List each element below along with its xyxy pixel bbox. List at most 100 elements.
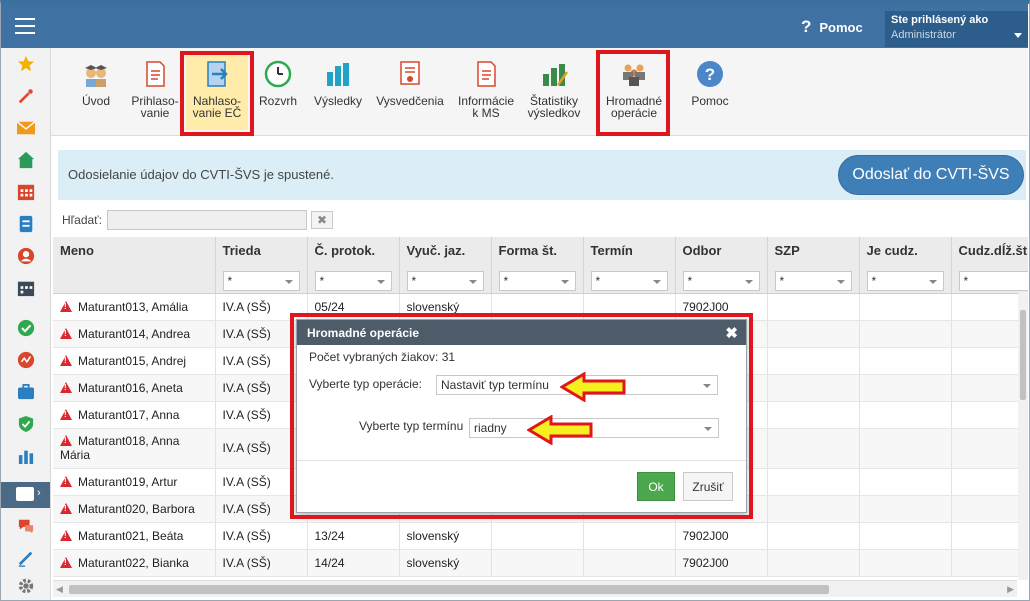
toolbar-pomoc[interactable]: ? Pomoc	[682, 48, 738, 134]
column-title: SZP	[774, 243, 800, 258]
send-cvti-button[interactable]: Odoslať do CVTI-ŠVS	[838, 155, 1024, 195]
column-filter[interactable]: *	[222, 271, 300, 291]
toolbar-informacie-ms[interactable]: Informácie k MS	[455, 48, 517, 134]
table-row[interactable]: Maturant013, Amália IV.A (SŠ)05/24slovens…	[53, 293, 1028, 321]
cell-name: Maturant018, Anna Mária	[53, 428, 216, 469]
column-header[interactable]: Je cudz. *	[859, 237, 952, 294]
column-title: Termín	[590, 243, 633, 258]
cell-trieda: IV.A (SŠ)	[215, 428, 308, 469]
cell-jazyk: slovenský	[399, 522, 492, 550]
magic-wand-icon[interactable]	[16, 86, 36, 106]
toolbar-vysvedcenia[interactable]: Vysvedčenia	[373, 48, 447, 134]
chart-circle-icon[interactable]	[16, 350, 36, 370]
warning-icon	[60, 300, 72, 312]
toolbar-uvod[interactable]: Úvod	[69, 48, 123, 134]
schedule-icon[interactable]	[16, 278, 36, 298]
column-header[interactable]: Trieda *	[215, 237, 308, 294]
cancel-button[interactable]: Zrušiť	[683, 472, 733, 501]
cell-trieda: IV.A (SŠ)	[215, 522, 308, 550]
column-header[interactable]: Meno	[53, 237, 216, 294]
shield-icon[interactable]	[16, 414, 36, 434]
column-title: Č. protok.	[314, 243, 376, 258]
operation-type-label: Vyberte typ operácie:	[309, 377, 422, 391]
bulk-operations-dialog: Hromadné operácie ✖ Počet vybraných žiak…	[296, 319, 747, 513]
table-cell	[951, 347, 1028, 375]
cell-protok: 14/24	[307, 549, 400, 577]
sidebar-item-book[interactable]: ›	[1, 482, 50, 508]
document-icon[interactable]	[16, 214, 36, 234]
selected-count: Počet vybraných žiakov: 31	[309, 350, 456, 364]
briefcase-icon[interactable]	[16, 382, 36, 402]
sidebar: ›	[1, 48, 51, 600]
column-filter[interactable]: *	[498, 271, 576, 291]
column-title: Je cudz.	[866, 243, 918, 258]
calendar-icon[interactable]	[16, 182, 36, 202]
cell-odbor: 7902J00	[675, 522, 768, 550]
column-header[interactable]: Forma št. *	[491, 237, 584, 294]
table-cell	[767, 347, 860, 375]
scroll-thumb[interactable]	[69, 585, 829, 594]
toolbar-vysledky[interactable]: Výsledky	[310, 48, 366, 134]
scroll-right-icon[interactable]: ▶	[1007, 584, 1014, 595]
toolbar-label: Výsledky	[313, 94, 363, 108]
top-bar: ? Pomoc Ste prihlásený ako Administrátor	[1, 4, 1028, 48]
home-icon[interactable]	[16, 150, 36, 170]
toolbar-statistiky[interactable]: Štatistiky výsledkov	[523, 48, 585, 134]
column-filter[interactable]: *	[774, 271, 852, 291]
toolbar: Úvod Prihlaso- vanie Nahlaso- vanie EČ R…	[51, 48, 1028, 136]
mail-icon[interactable]	[16, 118, 36, 138]
column-header[interactable]: Odbor *	[675, 237, 768, 294]
table-cell	[859, 549, 952, 577]
ok-button[interactable]: Ok	[637, 472, 675, 501]
toolbar-nahlasovanie-ec[interactable]: Nahlaso- vanie EČ	[186, 54, 248, 130]
star-icon[interactable]	[16, 54, 36, 74]
user-icon[interactable]	[16, 246, 36, 266]
clear-search-button[interactable]: ✖	[311, 211, 333, 229]
dialog-footer-divider	[297, 460, 746, 461]
certificate-icon	[400, 61, 420, 85]
column-header[interactable]: Termín *	[583, 237, 676, 294]
user-caption: Ste prihlásený ako	[891, 14, 989, 26]
vertical-scrollbar[interactable]	[1018, 292, 1028, 580]
pencil-icon[interactable]	[16, 548, 36, 568]
column-filter[interactable]: *	[958, 271, 1028, 291]
user-menu[interactable]: Ste prihlásený ako Administrátor	[885, 11, 1028, 47]
cell-odbor: 7902J00	[675, 549, 768, 577]
bar-chart-icon[interactable]	[16, 446, 36, 466]
check-circle-icon[interactable]	[16, 318, 36, 338]
column-header[interactable]: SZP *	[767, 237, 860, 294]
warning-icon	[60, 381, 72, 393]
column-filter[interactable]: *	[866, 271, 944, 291]
help-link[interactable]: ? Pomoc	[801, 17, 863, 37]
table-row[interactable]: Maturant022, Bianka IV.A (SŠ)14/24slovens…	[53, 549, 1028, 577]
column-filter[interactable]: *	[590, 271, 668, 291]
bar-chart-icon	[327, 63, 349, 86]
column-title: Vyuč. jaz.	[406, 243, 466, 258]
column-filter[interactable]: *	[406, 271, 484, 291]
menu-icon[interactable]	[15, 18, 35, 34]
column-header[interactable]: Č. protok. *	[307, 237, 400, 294]
warning-icon	[60, 327, 72, 339]
cell-odbor: 7902J00	[675, 293, 768, 321]
search-label: Hľadať:	[62, 213, 103, 227]
toolbar-label: Štatistiky výsledkov	[527, 94, 581, 120]
column-filter[interactable]: *	[314, 271, 392, 291]
table-cell	[859, 374, 952, 402]
scroll-thumb[interactable]	[1020, 310, 1026, 400]
toolbar-rozvrh[interactable]: Rozvrh	[255, 48, 301, 134]
chat-icon[interactable]	[16, 516, 36, 536]
toolbar-hromadne-operacie[interactable]: Hromadné operácie	[601, 48, 667, 134]
question-icon: ?	[801, 17, 812, 36]
column-header[interactable]: Vyuč. jaz. *	[399, 237, 492, 294]
table-cell	[491, 293, 584, 321]
search-input[interactable]	[107, 210, 307, 230]
toolbar-prihlasovanie[interactable]: Prihlaso- vanie	[127, 48, 183, 134]
horizontal-scrollbar[interactable]: ◀ ▶	[53, 580, 1017, 597]
table-row[interactable]: Maturant021, Beáta IV.A (SŠ)13/24slovensk…	[53, 522, 1028, 550]
scroll-left-icon[interactable]: ◀	[56, 584, 63, 595]
close-icon[interactable]: ✖	[725, 324, 738, 342]
column-header[interactable]: Cudz.dĺž.št *	[951, 237, 1028, 294]
gear-icon[interactable]	[16, 576, 36, 596]
table-cell	[951, 374, 1028, 402]
column-filter[interactable]: *	[682, 271, 760, 291]
